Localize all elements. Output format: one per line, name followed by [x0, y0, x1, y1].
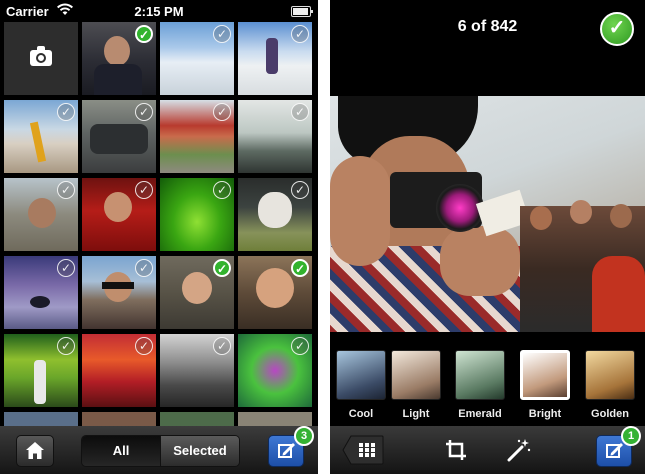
photo-tile[interactable]: ✓	[4, 256, 78, 329]
selected-check-icon[interactable]: ✓	[135, 25, 153, 43]
unselected-check-icon[interactable]: ✓	[135, 259, 153, 277]
checkmark-icon: ✓	[608, 17, 626, 39]
filter-label: Light	[402, 408, 430, 420]
filter-label: Bright	[528, 408, 562, 420]
unselected-check-icon[interactable]: ✓	[135, 103, 153, 121]
photo-tile[interactable]: ✓	[160, 334, 234, 407]
selected-check-icon[interactable]: ✓	[291, 259, 309, 277]
photo-tile[interactable]: ✓	[4, 334, 78, 407]
unselected-check-icon[interactable]: ✓	[57, 259, 75, 277]
camera-icon	[30, 46, 52, 66]
filter-cool[interactable]: Cool	[336, 350, 386, 426]
filter-strip: Cool Light Emerald Bright Golden	[330, 342, 645, 424]
filter-light[interactable]: Light	[391, 350, 441, 426]
segmented-control: All Selected	[81, 435, 240, 467]
photo-picker-screen: Carrier 2:15 PM ✓ ✓ ✓ ✓ ✓ ✓ ✓ ✓ ✓ ✓ ✓ ✓ …	[0, 0, 318, 474]
unselected-check-icon[interactable]: ✓	[291, 337, 309, 355]
photo-tile[interactable]: ✓	[4, 100, 78, 173]
filter-label: Golden	[591, 408, 629, 420]
photo-tile[interactable]: ✓	[238, 256, 312, 329]
photo-editor-screen: 6 of 842 ✓ Cool Light Emerald Bright Gol…	[330, 0, 645, 474]
unselected-check-icon[interactable]: ✓	[213, 337, 231, 355]
camera-tile[interactable]	[4, 22, 78, 95]
unselected-check-icon[interactable]: ✓	[213, 181, 231, 199]
photo-tile[interactable]: ✓	[238, 100, 312, 173]
filter-emerald[interactable]: Emerald	[455, 350, 505, 426]
done-button[interactable]: ✓	[600, 12, 634, 46]
photo-tile[interactable]: ✓	[160, 256, 234, 329]
filter-golden[interactable]: Golden	[585, 350, 635, 426]
photo-tile[interactable]: ✓	[82, 256, 156, 329]
unselected-check-icon[interactable]: ✓	[135, 337, 153, 355]
photo-tile[interactable]	[238, 412, 312, 426]
unselected-check-icon[interactable]: ✓	[291, 25, 309, 43]
battery-icon	[291, 6, 313, 17]
unselected-check-icon[interactable]: ✓	[213, 103, 231, 121]
home-button[interactable]	[16, 435, 54, 467]
tab-all[interactable]: All	[82, 436, 160, 466]
photo-tile[interactable]: ✓	[160, 100, 234, 173]
bottom-toolbar: All Selected 3	[0, 426, 318, 474]
unselected-check-icon[interactable]: ✓	[291, 103, 309, 121]
grid-icon	[359, 443, 375, 457]
photo-tile[interactable]: ✓	[82, 22, 156, 95]
selection-count-badge: 1	[621, 426, 641, 446]
unselected-check-icon[interactable]: ✓	[57, 181, 75, 199]
filter-label: Emerald	[458, 408, 502, 420]
photo-preview	[330, 96, 645, 332]
selected-check-icon[interactable]: ✓	[213, 259, 231, 277]
photo-tile[interactable]: ✓	[238, 22, 312, 95]
photo-tile[interactable]: ✓	[238, 178, 312, 251]
photo-tile[interactable]	[82, 412, 156, 426]
photo-tile[interactable]	[4, 412, 78, 426]
photo-tile[interactable]: ✓	[82, 334, 156, 407]
photo-tile[interactable]	[160, 412, 234, 426]
home-icon	[26, 442, 44, 459]
unselected-check-icon[interactable]: ✓	[213, 25, 231, 43]
unselected-check-icon[interactable]: ✓	[291, 181, 309, 199]
photo-tile[interactable]: ✓	[4, 178, 78, 251]
photo-counter: 6 of 842	[457, 18, 518, 35]
photo-grid: ✓ ✓ ✓ ✓ ✓ ✓ ✓ ✓ ✓ ✓ ✓ ✓ ✓ ✓ ✓ ✓ ✓ ✓ ✓	[4, 22, 316, 426]
photo-tile[interactable]: ✓	[82, 178, 156, 251]
back-to-grid-button[interactable]	[342, 435, 384, 465]
photo-tile[interactable]: ✓	[82, 100, 156, 173]
photo-tile[interactable]: ✓	[238, 334, 312, 407]
photo-tile[interactable]: ✓	[160, 178, 234, 251]
tab-selected[interactable]: Selected	[160, 436, 239, 466]
editor-toolbar: 1	[330, 426, 645, 474]
filter-bright[interactable]: Bright	[520, 350, 570, 426]
unselected-check-icon[interactable]: ✓	[57, 337, 75, 355]
photo-tile[interactable]: ✓	[160, 22, 234, 95]
status-bar: Carrier 2:15 PM	[0, 0, 318, 22]
unselected-check-icon[interactable]: ✓	[135, 181, 153, 199]
clock: 2:15 PM	[134, 4, 184, 19]
magic-wand-icon[interactable]	[506, 437, 532, 463]
selection-count-badge: 3	[294, 426, 314, 446]
unselected-check-icon[interactable]: ✓	[57, 103, 75, 121]
crop-icon[interactable]	[444, 438, 468, 462]
